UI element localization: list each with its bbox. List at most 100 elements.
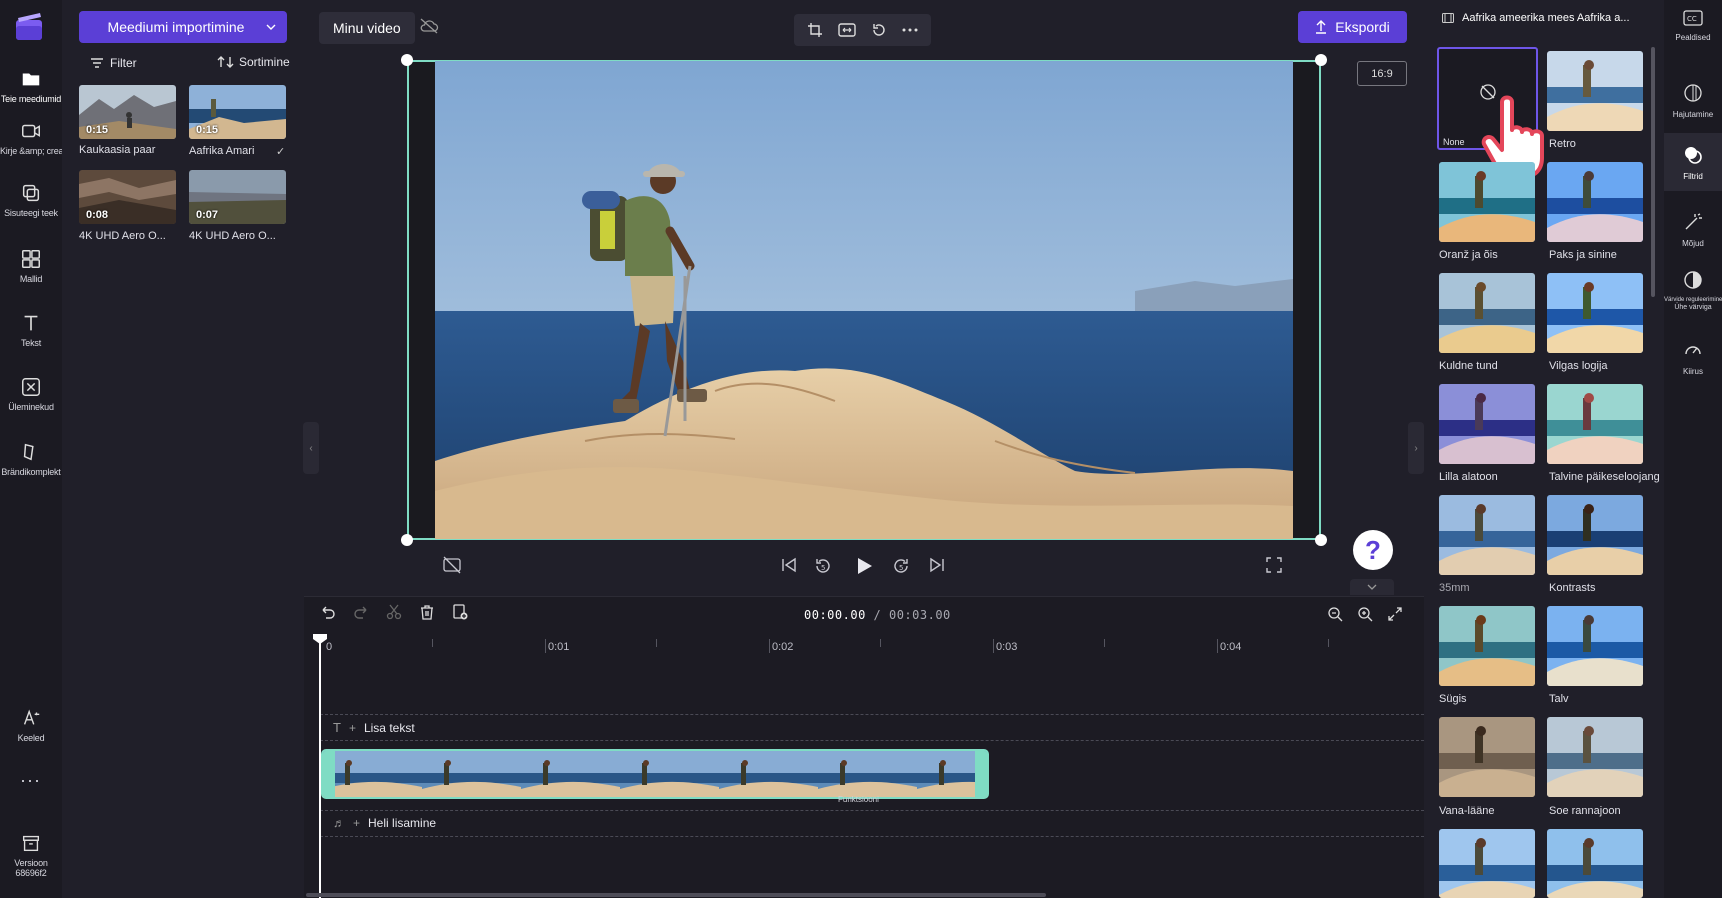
thumb-label: 4K UHD Aero O... xyxy=(189,230,276,242)
media-thumb[interactable]: 0:15 xyxy=(79,85,176,139)
crop-icon[interactable] xyxy=(807,22,823,38)
ruler-tick xyxy=(880,639,881,647)
filter-vivid-logger[interactable] xyxy=(1547,273,1643,353)
rail-label: Ühe värviga xyxy=(1674,304,1712,311)
filter-item[interactable] xyxy=(1547,829,1643,898)
filter-contrast[interactable] xyxy=(1547,495,1643,575)
timeline-scrollbar[interactable] xyxy=(306,893,1046,897)
playhead[interactable] xyxy=(319,634,321,898)
filter-35mm[interactable] xyxy=(1439,495,1535,575)
filter-button[interactable]: Filter xyxy=(90,56,137,70)
rail-label: Mõjud xyxy=(1682,239,1704,248)
filter-label: Paks ja sinine xyxy=(1549,249,1617,261)
collapse-preview-tab[interactable] xyxy=(1350,579,1394,595)
rail-your-media[interactable]: Teie meediumid xyxy=(0,68,62,104)
filter-bold-blue[interactable] xyxy=(1547,162,1643,242)
more-horizontal-icon[interactable] xyxy=(902,28,918,32)
chevron-left-icon: ‹ xyxy=(309,442,313,454)
filter-winter-sunset[interactable] xyxy=(1547,384,1643,464)
filter-thumb-image xyxy=(1439,384,1535,464)
magic-wand-icon xyxy=(1685,213,1702,230)
project-name-field[interactable]: Minu video xyxy=(319,12,415,44)
filter-old-west[interactable] xyxy=(1439,717,1535,797)
rail-fade[interactable]: Hajutamine xyxy=(1664,83,1722,119)
more-options-button[interactable]: ... xyxy=(0,766,62,787)
rotate-icon[interactable] xyxy=(871,22,887,38)
add-audio-track[interactable]: ♬ + Heli lisamine xyxy=(333,816,436,830)
rail-content-library[interactable]: Sisuteegi teek xyxy=(0,182,62,218)
rail-text[interactable]: Tekst xyxy=(0,312,62,348)
import-media-button[interactable]: Meediumi importimine xyxy=(79,11,273,43)
help-button[interactable]: ? xyxy=(1353,530,1393,570)
aspect-ratio-button[interactable]: 16:9 xyxy=(1357,61,1407,86)
resize-handle-tl[interactable] xyxy=(401,54,413,66)
export-button[interactable]: Ekspordi xyxy=(1298,11,1407,43)
trash-icon[interactable] xyxy=(419,604,435,620)
add-text-track[interactable]: T + Lisa tekst xyxy=(333,720,415,735)
captions-off-icon[interactable] xyxy=(443,556,461,574)
filter-thumb-image xyxy=(1547,384,1643,464)
filter-winter[interactable] xyxy=(1547,606,1643,686)
collapse-media-handle[interactable]: ‹ xyxy=(303,422,319,474)
scissors-icon[interactable] xyxy=(386,604,402,620)
add-media-icon[interactable] xyxy=(452,604,468,620)
fullscreen-icon[interactable] xyxy=(1265,556,1283,574)
ruler-label: 0:04 xyxy=(1220,641,1242,653)
media-thumb[interactable]: 0:07 xyxy=(189,170,286,224)
zoom-out-icon[interactable] xyxy=(1327,606,1343,622)
rail-effects[interactable]: Mõjud xyxy=(1664,212,1722,248)
text-icon xyxy=(24,315,38,331)
video-clip[interactable] xyxy=(321,749,989,799)
rail-version[interactable]: Versioon 68696f2 xyxy=(0,832,62,878)
rail-label: Sisuteegi teek xyxy=(4,208,58,218)
filter-autumn[interactable] xyxy=(1439,606,1535,686)
track-divider xyxy=(320,836,1424,837)
filter-orange-teal[interactable] xyxy=(1439,162,1535,242)
collapse-properties-handle[interactable]: › xyxy=(1408,422,1424,474)
fit-timeline-icon[interactable] xyxy=(1387,606,1403,622)
rewind-5-icon[interactable]: 5 xyxy=(813,556,833,576)
rail-languages[interactable]: Keeled xyxy=(0,707,62,743)
filter-label: Talvine päikeseloojang xyxy=(1549,471,1660,483)
filter-golden-hour[interactable] xyxy=(1439,273,1535,353)
media-thumb[interactable]: 0:08 xyxy=(79,170,176,224)
skip-back-icon[interactable] xyxy=(780,556,798,574)
rail-adjust-colors[interactable]: Värvide reguleerimine Ühe värviga xyxy=(1664,270,1722,311)
resize-handle-br[interactable] xyxy=(1315,534,1327,546)
undo-icon[interactable] xyxy=(320,604,336,620)
rail-transitions[interactable]: Üleminekud xyxy=(0,376,62,412)
rail-filters[interactable]: Filtrid xyxy=(1664,133,1722,191)
rail-label: Kirje &amp; create xyxy=(0,146,71,156)
filter-retro[interactable] xyxy=(1547,51,1643,131)
clip-trim-right[interactable] xyxy=(975,751,987,797)
redo-icon[interactable] xyxy=(353,604,369,620)
media-thumb[interactable]: 0:15 xyxy=(189,85,286,139)
filter-thumb-image xyxy=(1547,495,1643,575)
clip-trim-left[interactable] xyxy=(323,751,335,797)
import-dropdown-button[interactable] xyxy=(255,11,287,43)
rail-record-create[interactable]: Kirje &amp; create xyxy=(0,120,71,156)
rail-speed[interactable]: Kiirus xyxy=(1664,340,1722,376)
rail-templates[interactable]: Mallid xyxy=(0,248,62,284)
filter-label: Vana-lääne xyxy=(1439,805,1495,817)
sort-button[interactable]: Sortimine xyxy=(217,55,290,69)
skip-forward-icon[interactable] xyxy=(928,556,946,574)
filters-scrollbar[interactable] xyxy=(1651,47,1655,297)
filter-label: None xyxy=(1443,137,1465,147)
play-icon[interactable] xyxy=(854,556,874,576)
resize-handle-tr[interactable] xyxy=(1315,54,1327,66)
filter-item[interactable] xyxy=(1439,829,1535,898)
rail-captions[interactable]: CC Pealdised xyxy=(1664,10,1722,42)
current-time: 00:00.00 xyxy=(804,608,866,622)
filters-icon xyxy=(1685,147,1702,164)
rail-brand-kit[interactable]: Brändikomplekt xyxy=(0,441,62,477)
filter-warm-coast[interactable] xyxy=(1547,717,1643,797)
total-time: / 00:03.00 xyxy=(873,608,951,622)
resize-handle-bl[interactable] xyxy=(401,534,413,546)
fit-icon[interactable] xyxy=(838,23,856,37)
plus-icon: + xyxy=(348,720,356,735)
svg-text:CC: CC xyxy=(1687,15,1697,23)
forward-5-icon[interactable]: 5 xyxy=(891,556,911,576)
zoom-in-icon[interactable] xyxy=(1357,606,1373,622)
filter-purple-undertone[interactable] xyxy=(1439,384,1535,464)
